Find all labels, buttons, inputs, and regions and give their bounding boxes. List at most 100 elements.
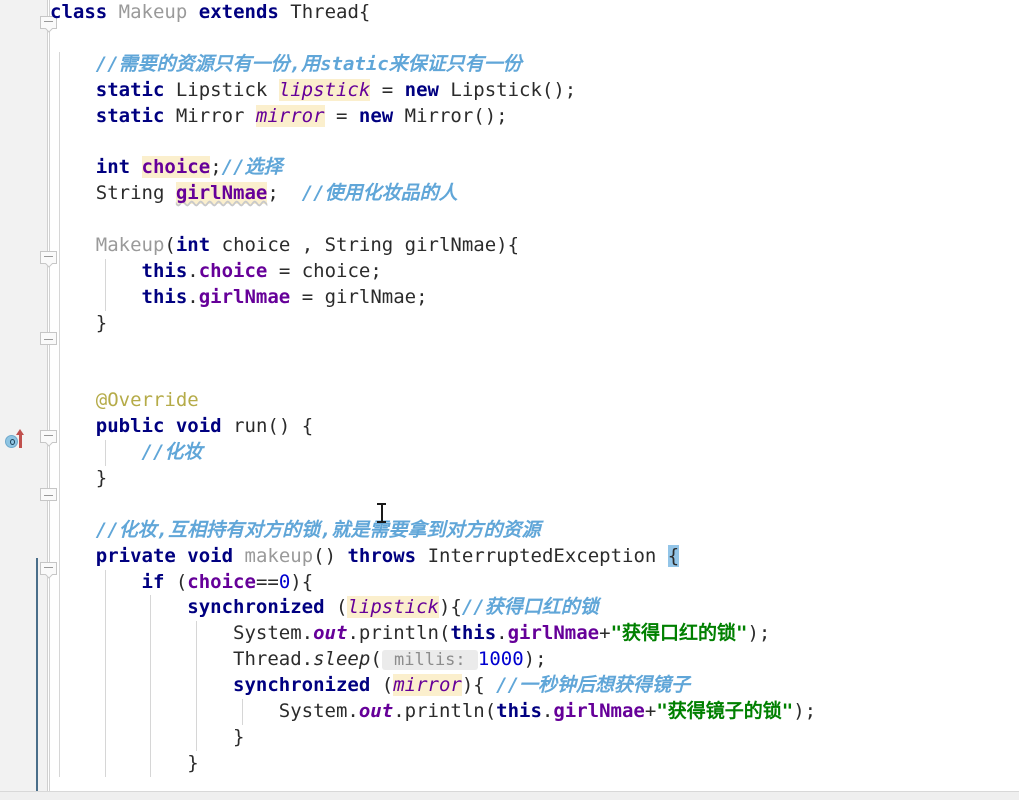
code-line[interactable] (50, 207, 1019, 234)
code-line[interactable]: } (50, 466, 1019, 492)
code-token: private (95, 544, 176, 567)
code-line[interactable]: if (choice==0){ (50, 569, 1019, 596)
code-line[interactable]: this.choice = choice; (50, 258, 1019, 285)
code-token: . (187, 285, 199, 308)
code-token: = (370, 78, 405, 101)
code-token: this (141, 259, 188, 282)
code-token: this (141, 285, 188, 308)
code-token: System. (50, 622, 314, 645)
code-token: this (450, 622, 497, 645)
code-line-text: class Makeup extends Thread{ (50, 1, 370, 23)
code-token: 0 (278, 570, 291, 593)
code-line[interactable]: Thread.sleep( millis: 1000); (50, 647, 1019, 674)
code-line[interactable]: } (50, 750, 1019, 777)
code-content[interactable]: class Makeup extends Thread{ //需要的资源只有一份… (50, 0, 1019, 800)
code-line[interactable]: //化妆,互相持有对方的锁,就是需要拿到对方的资源 (50, 517, 1019, 544)
code-line[interactable]: System.out.println(this.girlNmae+"获得镜子的锁… (50, 699, 1019, 725)
code-line-text: int choice;//选择 (50, 156, 283, 179)
code-token: int (175, 234, 211, 257)
code-line[interactable]: } (50, 724, 1019, 751)
code-line-text: } (50, 312, 107, 334)
code-line[interactable]: } (50, 310, 1019, 337)
editor-gutter[interactable] (0, 0, 47, 800)
code-token: ); (747, 622, 771, 645)
code-line-text: synchronized (mirror){ //一秒钟后想获得镜子 (50, 674, 690, 697)
code-token: this (496, 700, 542, 723)
code-token: ){ (290, 570, 314, 593)
code-token: ( (370, 648, 382, 671)
code-line[interactable]: //需要的资源只有一份,用static来保证只有一份 (50, 51, 1019, 78)
code-token: Thread{ (290, 1, 371, 23)
code-line-text: } (50, 752, 198, 774)
code-token: . (496, 622, 508, 645)
code-line[interactable]: this.girlNmae = girlNmae; (50, 284, 1019, 311)
code-token: static (95, 104, 165, 127)
bottom-strip (0, 792, 1019, 800)
override-method-gutter-icon[interactable] (5, 429, 29, 451)
code-token: "获得口红的锁" (610, 622, 748, 645)
code-token: + (599, 622, 611, 645)
code-token: ( (324, 596, 348, 619)
code-token: if (141, 570, 165, 593)
code-token: lipstick (278, 78, 371, 101)
code-token: . (541, 700, 554, 723)
code-line-text: System.out.println(this.girlNmae+"获得镜子的锁… (50, 700, 816, 722)
code-line[interactable]: String girlNmae; //使用化妆品的人 (50, 181, 1019, 208)
code-line[interactable]: synchronized (mirror){ //一秒钟后想获得镜子 (50, 673, 1019, 700)
code-line[interactable]: //化妆 (50, 440, 1019, 467)
code-token: public (95, 415, 165, 438)
code-line[interactable]: static Mirror mirror = new Mirror(); (50, 103, 1019, 130)
code-token: run() { (221, 415, 314, 438)
code-token: Lipstick(); (438, 78, 577, 101)
code-line[interactable] (50, 491, 1019, 518)
code-line[interactable]: class Makeup extends Thread{ (50, 0, 1019, 26)
code-token: makeup (244, 544, 314, 567)
code-token: //使用化妆品的人 (301, 182, 458, 205)
code-line[interactable] (50, 26, 1019, 52)
code-line[interactable]: Makeup(int choice , String girlNmae){ (50, 233, 1019, 259)
code-line-text: //需要的资源只有一份,用static来保证只有一份 (50, 53, 522, 75)
code-token: choice , String girlNmae (210, 234, 497, 257)
code-line[interactable]: @Override (50, 388, 1019, 415)
code-token: lipstick (347, 596, 439, 619)
code-line[interactable]: synchronized (lipstick){//获得口红的锁 (50, 595, 1019, 622)
code-token: //化妆 (141, 441, 203, 464)
code-token: Makeup (118, 1, 188, 23)
code-line[interactable]: static Lipstick lipstick = new Lipstick(… (50, 77, 1019, 104)
code-token: @Override (95, 389, 199, 412)
code-editor[interactable]: class Makeup extends Thread{ //需要的资源只有一份… (0, 0, 1019, 800)
code-line[interactable]: public void run() { (50, 414, 1019, 441)
code-token: void (187, 544, 234, 567)
code-line[interactable]: private void makeup() throws Interrupted… (50, 543, 1019, 570)
code-token: extends (198, 1, 279, 23)
code-line[interactable] (50, 362, 1019, 389)
code-line[interactable] (50, 129, 1019, 156)
code-line-text: this.choice = choice; (50, 260, 382, 282)
code-token: ){ (438, 596, 462, 619)
code-token: + (644, 700, 657, 723)
code-line[interactable]: int choice;//选择 (50, 155, 1019, 182)
code-token: .println( (347, 622, 451, 645)
override-arrow-icon (16, 429, 24, 448)
changed-lines-marker (36, 558, 38, 800)
code-token: Thread. (50, 648, 314, 671)
code-line-text: if (choice==0){ (50, 570, 314, 593)
code-token: choice (187, 570, 256, 593)
code-token: synchronized (233, 674, 371, 697)
code-line[interactable] (50, 336, 1019, 363)
code-token: System. (50, 700, 359, 723)
code-token: ); (523, 648, 547, 671)
code-line[interactable]: System.out.println(this.girlNmae+"获得口红的锁… (50, 621, 1019, 648)
